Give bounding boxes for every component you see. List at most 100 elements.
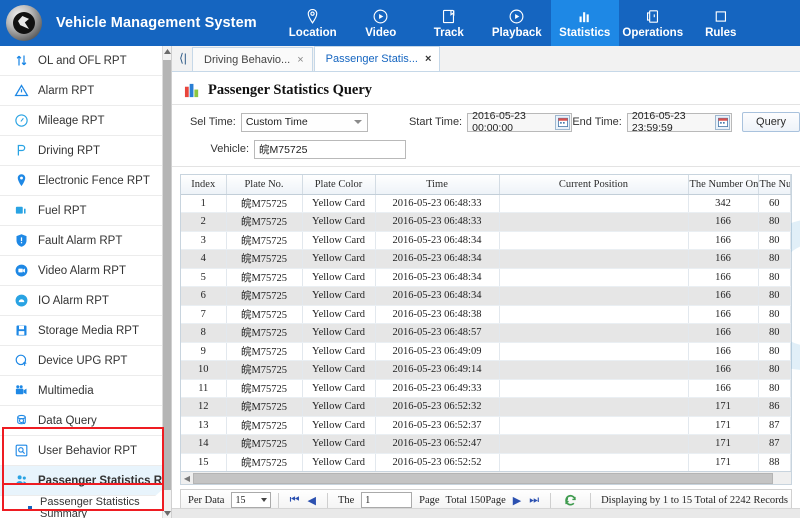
table-row[interactable]: 6 皖M75725 Yellow Card 2016-05-23 06:48:34 16… <box>181 286 791 306</box>
end-time-input[interactable]: 2016-05-23 23:59:59 <box>626 110 733 134</box>
map-pin-icon <box>304 7 321 26</box>
table-horizontal-scrollbar[interactable]: ◀ <box>180 472 792 485</box>
close-icon[interactable]: × <box>297 54 303 66</box>
up-down-arrows-icon <box>12 51 31 70</box>
sidebar-item-driving-rpt[interactable]: Driving RPT <box>0 136 164 166</box>
table-row[interactable]: 7 皖M75725 Yellow Card 2016-05-23 06:48:38 16… <box>181 305 791 324</box>
cell-index: 11 <box>181 379 227 398</box>
cell-current-position <box>499 342 689 361</box>
table-row[interactable]: 11 皖M75725 Yellow Card 2016-05-23 06:49:33 1… <box>181 379 791 398</box>
gauge-icon <box>12 111 31 130</box>
cell-index: 7 <box>181 305 227 324</box>
table-row[interactable]: 3 皖M75725 Yellow Card 2016-05-23 06:48:34 16… <box>181 231 791 250</box>
tab-passenger-statistics[interactable]: Passenger Statis... × <box>313 46 441 71</box>
sidebar-item-alarm-rpt[interactable]: Alarm RPT <box>0 76 164 106</box>
cell-index: 3 <box>181 231 227 250</box>
last-page-icon[interactable]: ⏭ <box>525 494 543 507</box>
next-page-icon[interactable]: ▶ <box>509 494 525 507</box>
scroll-down-icon[interactable] <box>163 508 171 518</box>
sidebar-item-multimedia[interactable]: Multimedia <box>0 376 164 406</box>
cell-plate-no: 皖M75725 <box>226 305 303 324</box>
table-row[interactable]: 8 皖M75725 Yellow Card 2016-05-23 06:48:57 16… <box>181 323 791 343</box>
per-data-select[interactable]: 15 <box>231 492 271 508</box>
cell-plate-no: 皖M75725 <box>226 286 303 306</box>
sel-time-select[interactable]: Custom Time <box>240 112 369 132</box>
hscroll-track[interactable] <box>193 472 791 484</box>
close-icon[interactable]: × <box>425 53 431 65</box>
column-header-number-off[interactable]: The Number Of The <box>758 175 791 195</box>
tab-driving-behavior[interactable]: Driving Behavio... × <box>192 47 313 71</box>
sidebar-item-storage-media-rpt[interactable]: Storage Media RPT <box>0 316 164 346</box>
nav-item-track[interactable]: Track <box>415 0 483 46</box>
collapse-left-icon[interactable]: ⟨| <box>174 46 192 71</box>
calendar-icon[interactable] <box>555 114 571 130</box>
cell-number-off: 80 <box>758 231 791 250</box>
table-row[interactable]: 14 皖M75725 Yellow Card 2016-05-23 06:52:47 1… <box>181 434 791 454</box>
nav-item-location[interactable]: Location <box>279 0 347 46</box>
sidebar-item-ol-and-ofl-rpt[interactable]: OL and OFL RPT <box>0 46 164 76</box>
column-header-index[interactable]: Index <box>181 175 227 195</box>
sidebar-item-electronic-fence-rpt[interactable]: Electronic Fence RPT <box>0 166 164 196</box>
sidebar-item-fuel-rpt[interactable]: Fuel RPT <box>0 196 164 226</box>
nav-label-playback: Playback <box>491 27 542 39</box>
cell-index: 6 <box>181 286 227 306</box>
cell-time: 2016-05-23 06:49:33 <box>375 379 500 398</box>
play-circle-icon <box>508 7 525 26</box>
sidebar-scrollbar-thumb[interactable] <box>163 60 171 490</box>
page-number-input[interactable]: 1 <box>361 492 413 508</box>
sidebar-item-user-behavior-rpt[interactable]: User Behavior RPT <box>0 436 164 466</box>
cell-number-on: 166 <box>688 231 759 250</box>
sidebar-scrollbar[interactable] <box>162 46 171 518</box>
table-row[interactable]: 1 皖M75725 Yellow Card 2016-05-23 06:48:33 34… <box>181 194 791 213</box>
table-row[interactable]: 4 皖M75725 Yellow Card 2016-05-23 06:48:34 16… <box>181 249 791 269</box>
nav-item-operations[interactable]: Operations <box>619 0 687 46</box>
table-row[interactable]: 15 皖M75725 Yellow Card 2016-05-23 06:52:52 1… <box>181 453 791 471</box>
nav-item-video[interactable]: Video <box>347 0 415 46</box>
start-time-input[interactable]: 2016-05-23 00:00:00 <box>467 110 573 134</box>
page-number-value: 1 <box>365 494 371 506</box>
column-header-plate-color[interactable]: Plate Color <box>302 175 376 195</box>
table-row[interactable]: 9 皖M75725 Yellow Card 2016-05-23 06:49:09 16… <box>181 342 791 361</box>
scroll-left-icon[interactable]: ◀ <box>181 474 193 483</box>
hscroll-thumb[interactable] <box>193 472 774 484</box>
sidebar-item-device-upg-rpt[interactable]: Device UPG RPT <box>0 346 164 376</box>
column-header-time[interactable]: Time <box>375 175 500 195</box>
table-row[interactable]: 13 皖M75725 Yellow Card 2016-05-23 06:52:37 1… <box>181 416 791 435</box>
scroll-up-icon[interactable] <box>163 46 171 56</box>
query-button[interactable]: Query <box>742 112 800 132</box>
nav-label-location: Location <box>288 27 337 39</box>
prev-page-icon[interactable]: ◀ <box>304 494 320 507</box>
vehicle-value: 皖M75725 <box>259 143 308 156</box>
calendar-icon[interactable] <box>715 114 731 130</box>
column-header-number-on[interactable]: The Number On T <box>688 175 759 195</box>
nav-item-statistics[interactable]: Statistics <box>550 0 619 46</box>
cell-current-position <box>499 434 689 454</box>
table-row[interactable]: 10 皖M75725 Yellow Card 2016-05-23 06:49:14 1… <box>181 360 791 380</box>
warning-triangle-icon <box>12 81 31 100</box>
video-circle-icon <box>12 261 31 280</box>
column-header-plate-no[interactable]: Plate No. <box>226 175 303 195</box>
footer-strip <box>172 508 800 518</box>
sidebar-item-fault-alarm-rpt[interactable]: Fault Alarm RPT <box>0 226 164 256</box>
table-row[interactable]: 2 皖M75725 Yellow Card 2016-05-23 06:48:33 16… <box>181 212 791 232</box>
cell-plate-color: Yellow Card <box>302 416 376 435</box>
table-row[interactable]: 12 皖M75725 Yellow Card 2016-05-23 06:52:32 1… <box>181 397 791 417</box>
nav-item-playback[interactable]: Playback <box>483 0 551 46</box>
sidebar-label: Device UPG RPT <box>38 354 128 367</box>
sidebar-item-io-alarm-rpt[interactable]: IO Alarm RPT <box>0 286 164 316</box>
refresh-icon[interactable] <box>564 494 577 507</box>
sel-time-value: Custom Time <box>245 116 308 128</box>
nav-item-rules[interactable]: Rules <box>687 0 755 46</box>
cell-time: 2016-05-23 06:49:09 <box>375 342 500 361</box>
first-page-icon[interactable]: ⏮ <box>286 494 304 507</box>
vehicle-input[interactable]: 皖M75725 <box>254 139 406 159</box>
cell-index: 5 <box>181 268 227 287</box>
cell-number-off: 87 <box>758 434 791 454</box>
table-row[interactable]: 5 皖M75725 Yellow Card 2016-05-23 06:48:34 16… <box>181 268 791 287</box>
sidebar-item-mileage-rpt[interactable]: Mileage RPT <box>0 106 164 136</box>
sidebar-subitem-passenger-statistics-summary[interactable]: Passenger Statistics Summary <box>0 496 164 518</box>
sidebar-item-video-alarm-rpt[interactable]: Video Alarm RPT <box>0 256 164 286</box>
sidebar-item-data-query[interactable]: Data Query <box>0 406 164 436</box>
column-header-current-position[interactable]: Current Position <box>499 175 689 195</box>
sidebar-item-passenger-statistics-rpt[interactable]: Passenger Statistics RPT <box>0 466 164 496</box>
